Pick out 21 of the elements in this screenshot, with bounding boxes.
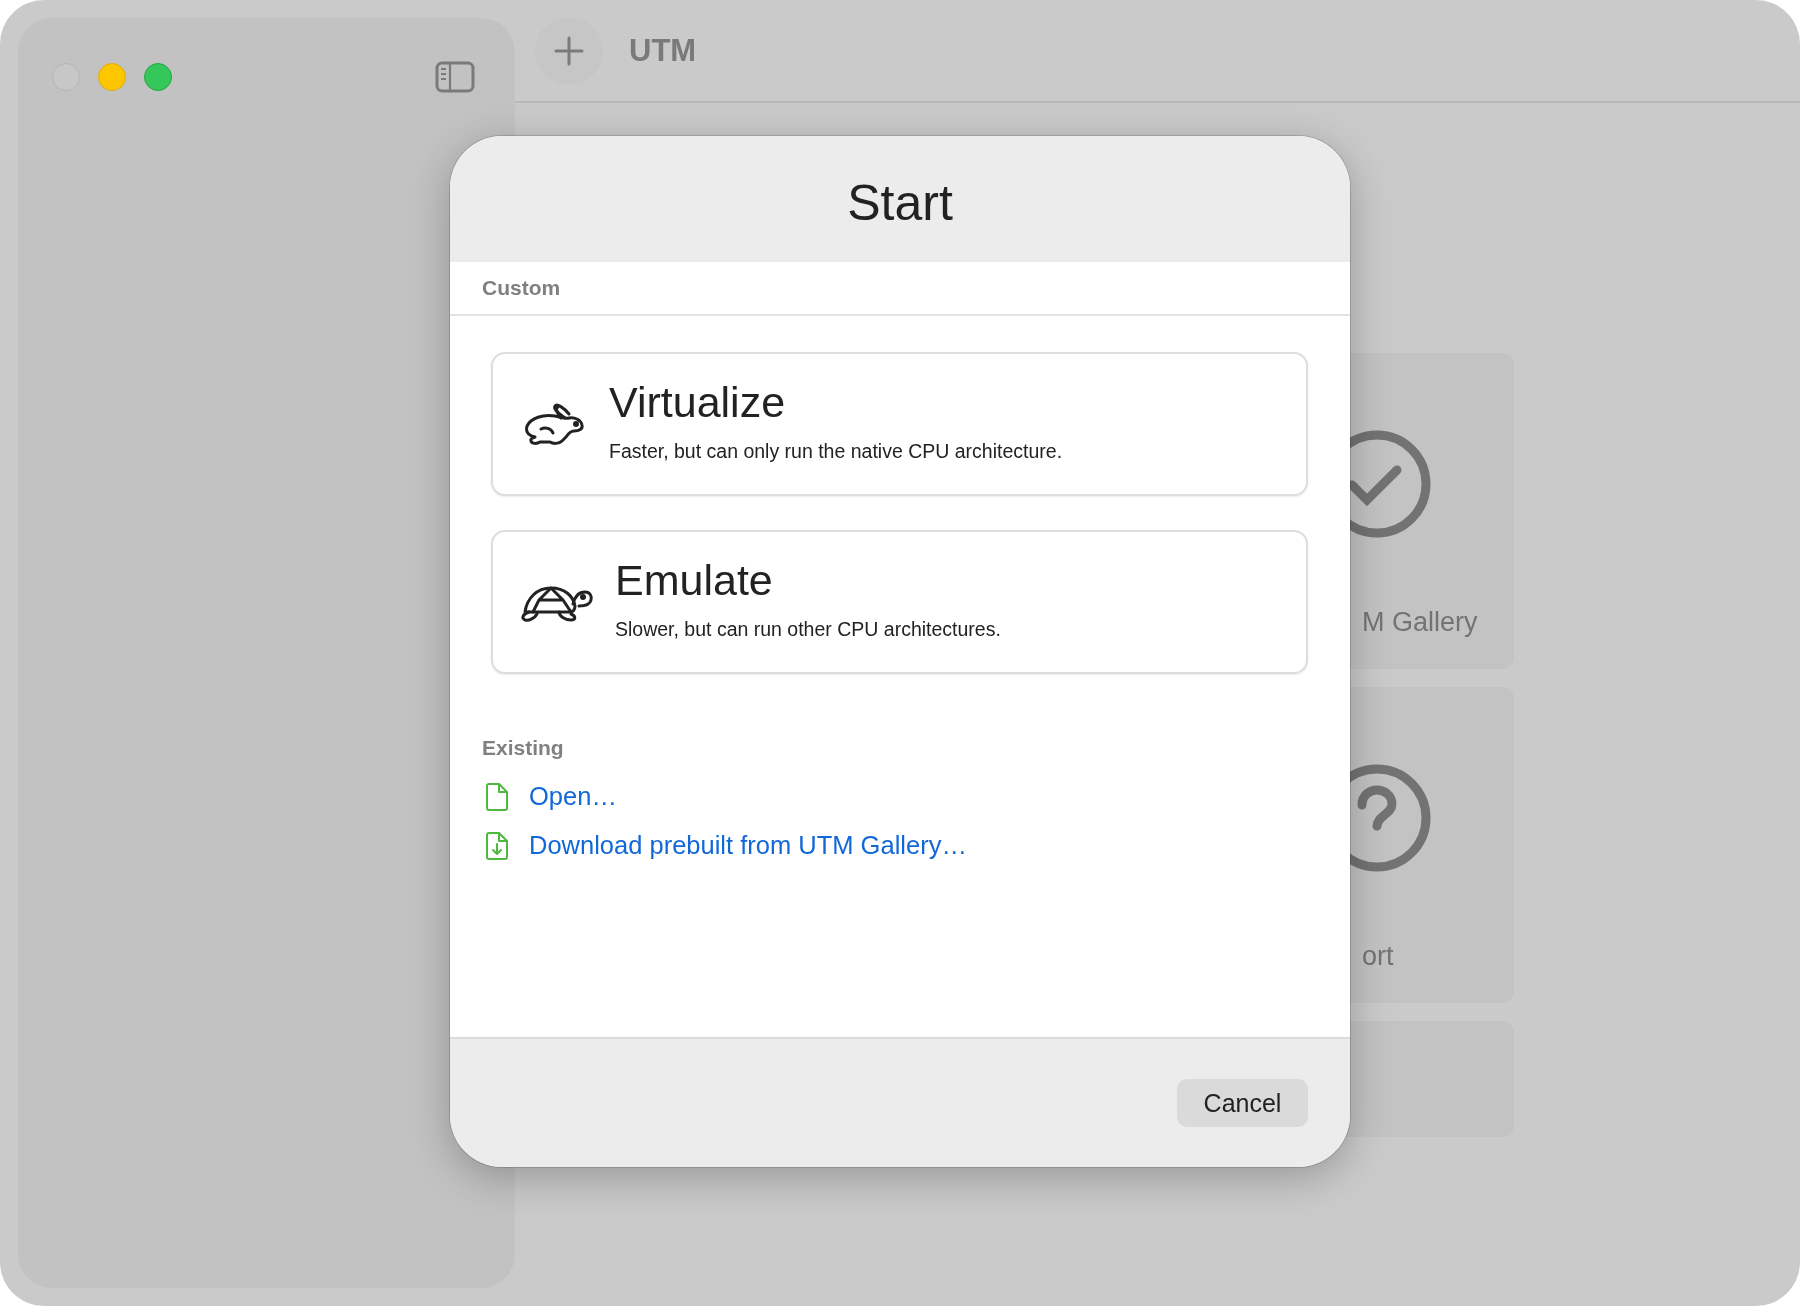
option-card[interactable]: Emulate Slower, but can run other CPU architectures. [491,530,1308,674]
plus-icon [554,35,584,66]
section-heading: Custom [482,276,561,299]
option-description: Faster, but can only run the native CPU architecture. [609,440,1063,464]
section-heading: Existing [482,736,564,759]
option-card[interactable]: Virtualize Faster, but can only run the native CPU architecture. [491,352,1308,496]
option-description: Slower, but can run other CPU architectures. [615,618,1001,642]
window-title: UTM [629,32,697,69]
link[interactable]: Open… [529,782,617,811]
card-label: ort [1362,941,1394,972]
cancel-button[interactable]: Cancel [1177,1079,1308,1127]
dialog-title: Start [847,174,953,232]
document-download-icon [486,831,508,860]
link[interactable]: Download prebuilt from UTM Gallery… [529,831,967,860]
card-label: M Gallery [1362,607,1478,638]
minimize-button[interactable] [98,63,126,91]
zoom-button[interactable] [144,63,172,91]
option-title: Emulate [615,556,774,605]
document-icon [486,782,508,811]
option-title: Virtualize [609,378,787,427]
sidebar-toggle-icon[interactable] [435,61,475,93]
